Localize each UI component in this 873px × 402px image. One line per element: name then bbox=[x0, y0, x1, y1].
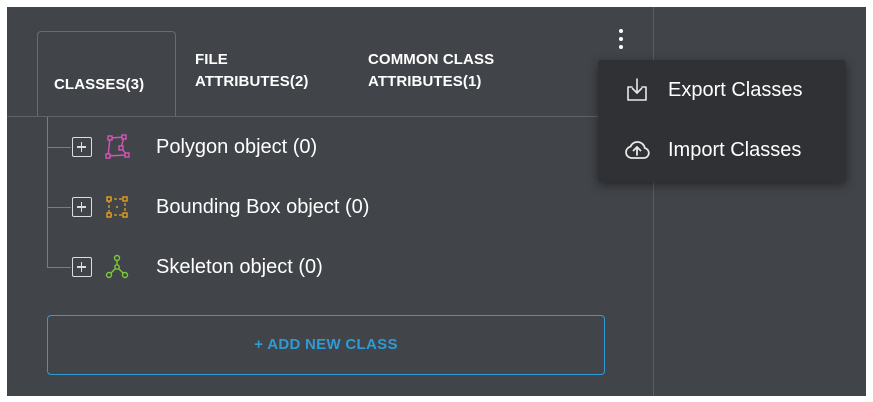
tab-file-attributes-label-line1: FILE bbox=[195, 51, 228, 68]
tab-file-attributes[interactable]: FILE ATTRIBUTES(2) bbox=[195, 49, 309, 93]
options-dropdown-menu: Export Classes Import Classes bbox=[598, 60, 846, 182]
class-label: Bounding Box object (0) bbox=[156, 196, 370, 218]
tab-classes[interactable]: CLASSES(3) bbox=[54, 74, 144, 96]
expand-icon[interactable] bbox=[72, 137, 92, 157]
skeleton-icon bbox=[105, 254, 129, 279]
menu-item-export-classes[interactable]: Export Classes bbox=[598, 65, 846, 115]
class-label: Polygon object (0) bbox=[156, 136, 318, 158]
tree-branch bbox=[47, 147, 71, 148]
bounding-box-icon bbox=[106, 196, 128, 218]
tab-bar-underline bbox=[7, 116, 653, 117]
cloud-upload-icon bbox=[625, 141, 650, 159]
more-options-icon[interactable] bbox=[611, 27, 631, 51]
class-row-bounding-box[interactable]: Bounding Box object (0) bbox=[47, 192, 607, 222]
menu-item-label: Import Classes bbox=[668, 139, 802, 161]
tree-branch bbox=[47, 267, 71, 268]
polygon-icon bbox=[105, 134, 130, 159]
expand-icon[interactable] bbox=[72, 257, 92, 277]
class-label: Skeleton object (0) bbox=[156, 256, 323, 278]
tab-common-class-attributes[interactable]: COMMON CLASS ATTRIBUTES(1) bbox=[368, 49, 494, 93]
tab-classes-label: CLASSES(3) bbox=[54, 76, 145, 93]
class-row-polygon[interactable]: Polygon object (0) bbox=[47, 132, 607, 162]
tree-branch bbox=[47, 207, 71, 208]
tab-common-label-line1: COMMON CLASS bbox=[368, 51, 495, 68]
add-new-class-button[interactable]: + ADD NEW CLASS bbox=[47, 315, 605, 375]
tab-file-attributes-label-line2: ATTRIBUTES(2) bbox=[195, 73, 309, 90]
menu-item-label: Export Classes bbox=[668, 79, 803, 101]
class-row-skeleton[interactable]: Skeleton object (0) bbox=[47, 252, 607, 282]
menu-item-import-classes[interactable]: Import Classes bbox=[598, 125, 846, 175]
expand-icon[interactable] bbox=[72, 197, 92, 217]
tab-common-label-line2: ATTRIBUTES(1) bbox=[368, 73, 482, 90]
classes-panel: CLASSES(3) FILE ATTRIBUTES(2) COMMON CLA… bbox=[7, 7, 866, 396]
export-download-icon bbox=[627, 78, 647, 101]
